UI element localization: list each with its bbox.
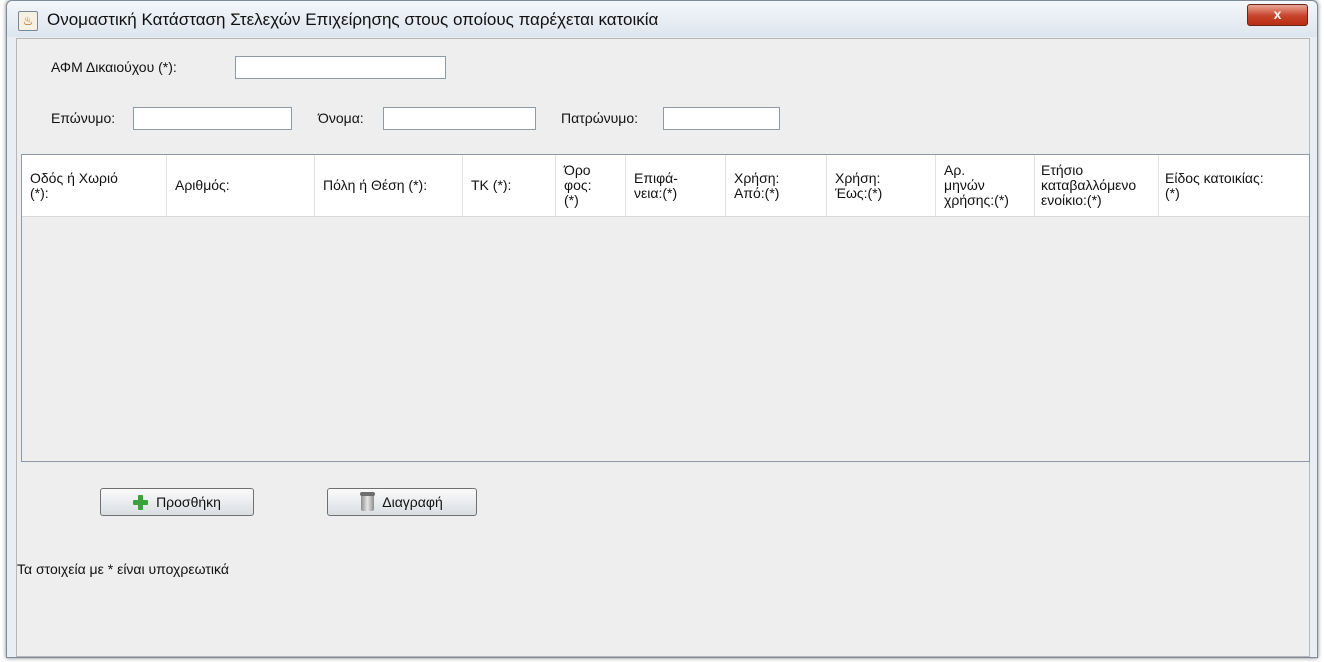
column-header-number[interactable]: Αριθμός: [167, 155, 315, 216]
father-name-label: Πατρώνυμο: [561, 110, 639, 126]
table-header: Οδός ή Χωριό (*): Αριθμός: Πόλη ή Θέση (… [22, 155, 1309, 217]
column-header-residence-type[interactable]: Είδος κατοικίας: (*) [1159, 155, 1309, 216]
surname-input[interactable] [133, 107, 292, 130]
column-header-use-to[interactable]: Χρήση: Έως:(*) [827, 155, 936, 216]
father-name-input[interactable] [663, 107, 780, 130]
delete-button[interactable]: Διαγραφή [327, 488, 477, 516]
delete-button-label: Διαγραφή [382, 494, 443, 510]
close-button[interactable]: x [1247, 4, 1308, 26]
column-header-street[interactable]: Οδός ή Χωριό (*): [22, 155, 167, 216]
plus-icon [133, 494, 149, 510]
name-label: Όνομα: [318, 110, 364, 126]
column-header-postcode[interactable]: ΤΚ (*): [463, 155, 556, 216]
add-button-label: Προσθήκη [156, 494, 221, 510]
app-window: ♨ Ονομαστική Κατάσταση Στελεχών Επιχείρη… [6, 0, 1318, 658]
afm-input[interactable] [235, 56, 446, 79]
column-header-city[interactable]: Πόλη ή Θέση (*): [315, 155, 463, 216]
column-header-use-from[interactable]: Χρήση: Από:(*) [726, 155, 827, 216]
column-header-area[interactable]: Επιφά- νεια:(*) [626, 155, 726, 216]
title-bar: ♨ Ονομαστική Κατάσταση Στελεχών Επιχείρη… [7, 1, 1317, 37]
column-header-floor[interactable]: Όρο φος: (*) [556, 155, 626, 216]
add-button[interactable]: Προσθήκη [100, 488, 254, 516]
window-title: Ονομαστική Κατάσταση Στελεχών Επιχείρηση… [47, 10, 659, 29]
column-header-annual-rent[interactable]: Ετήσιο καταβαλλόμενο ενοίκιο:(*) [1035, 155, 1159, 216]
name-input[interactable] [383, 107, 536, 130]
residence-table[interactable]: Οδός ή Χωριό (*): Αριθμός: Πόλη ή Θέση (… [21, 154, 1310, 462]
form-panel: ΑΦΜ Δικαιούχου (*): Επώνυμο: Όνομα: Πατρ… [16, 38, 1310, 657]
afm-label: ΑΦΜ Δικαιούχου (*): [51, 59, 177, 75]
java-icon: ♨ [18, 11, 38, 31]
column-header-months[interactable]: Αρ. μηνών χρήσης:(*) [936, 155, 1035, 216]
trash-icon [360, 491, 376, 511]
required-fields-note: Τα στοιχεία με * είναι υποχρεωτικά [17, 561, 229, 577]
surname-label: Επώνυμο: [51, 110, 116, 126]
